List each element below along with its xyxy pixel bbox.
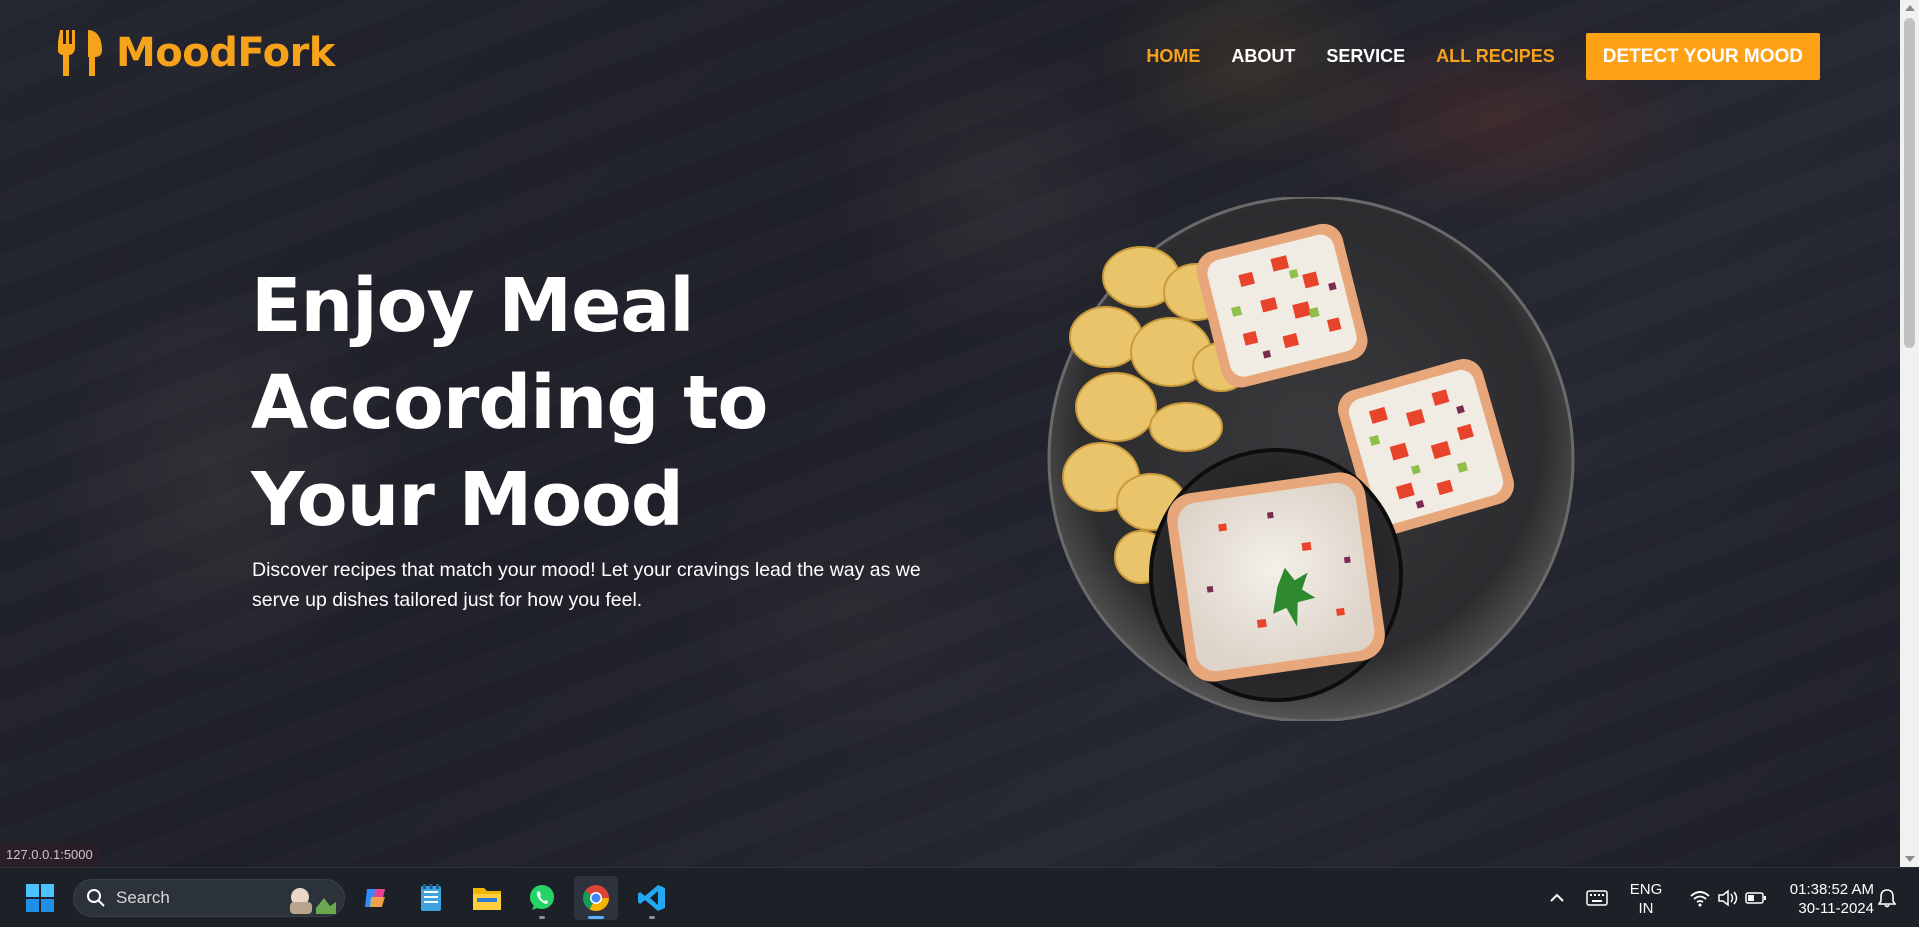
battery-icon: [1745, 892, 1766, 904]
browser-viewport: MoodFork HOME ABOUT SERVICE ALL RECIPES …: [0, 0, 1900, 867]
scroll-thumb[interactable]: [1904, 18, 1915, 348]
nav-all-recipes[interactable]: ALL RECIPES: [1436, 46, 1555, 67]
language-indicator[interactable]: ENG IN: [1622, 880, 1670, 918]
taskbar-search[interactable]: Search: [73, 879, 345, 917]
clock[interactable]: 01:38:52 AM 30-11-2024: [1774, 880, 1874, 918]
hero-title-line-3: Your Mood: [251, 457, 684, 543]
whatsapp-icon: [530, 885, 554, 910]
plate-image: [1047, 195, 1575, 723]
hero-title: Enjoy Meal According to Your Mood: [251, 258, 811, 549]
brand-name: MoodFork: [116, 30, 335, 76]
detect-mood-button[interactable]: DETECT YOUR MOOD: [1585, 33, 1820, 80]
chevron-up-icon: [1550, 893, 1564, 902]
app-running-indicator: [539, 916, 545, 919]
taskbar-vscode[interactable]: [630, 876, 674, 920]
nav-service[interactable]: SERVICE: [1326, 46, 1405, 67]
search-label: Search: [116, 888, 170, 907]
status-url: 127.0.0.1:5000: [0, 843, 99, 867]
keyboard-icon: [1586, 890, 1608, 906]
clock-date: 30-11-2024: [1798, 900, 1874, 917]
show-hidden-icons-button[interactable]: [1535, 876, 1579, 920]
app-running-indicator: [649, 916, 655, 919]
chrome-icon: [582, 885, 610, 912]
taskbar-whatsapp[interactable]: [520, 876, 564, 920]
scroll-up-arrow-icon[interactable]: [1905, 5, 1915, 11]
nav-home[interactable]: HOME: [1146, 46, 1200, 67]
fork-knife-icon: [58, 30, 102, 76]
taskbar-file-explorer[interactable]: [465, 876, 509, 920]
brand-logo[interactable]: MoodFork: [58, 28, 335, 78]
language-line-2: IN: [1638, 900, 1654, 917]
app-active-indicator: [588, 916, 604, 919]
quick-settings-button[interactable]: [1678, 876, 1778, 920]
taskbar-chrome[interactable]: [574, 876, 618, 920]
page-scrollbar[interactable]: [1900, 0, 1919, 867]
notepad-icon: [421, 884, 441, 911]
notifications-button[interactable]: [1872, 876, 1902, 920]
notification-bell-icon: [1878, 889, 1896, 908]
file-explorer-icon: [473, 888, 501, 910]
wifi-icon: [1690, 891, 1710, 907]
start-icon: [26, 884, 54, 912]
copilot-icon: [365, 889, 385, 907]
vscode-icon: [638, 885, 665, 911]
search-icon: [87, 889, 105, 907]
volume-icon: [1718, 889, 1738, 907]
hero-title-line-2: According to: [251, 360, 768, 446]
touch-keyboard-button[interactable]: [1575, 876, 1619, 920]
hero-title-line-1: Enjoy Meal: [251, 263, 695, 349]
hero-subtitle: Discover recipes that match your mood! L…: [252, 559, 921, 611]
main-nav: HOME ABOUT SERVICE ALL RECIPES DETECT YO…: [1146, 33, 1820, 80]
nav-about[interactable]: ABOUT: [1231, 46, 1295, 67]
start-button[interactable]: [18, 876, 62, 920]
search-highlight-icon: [290, 888, 336, 914]
language-line-1: ENG: [1629, 881, 1663, 898]
hero-food-image: [1046, 195, 1576, 723]
clock-time: 01:38:52 AM: [1789, 881, 1874, 898]
windows-taskbar: Search ENG IN 01:38:52 AM 30-11-2024: [0, 867, 1919, 927]
scroll-down-arrow-icon[interactable]: [1905, 856, 1915, 862]
taskbar-notepad[interactable]: [409, 876, 453, 920]
taskbar-copilot[interactable]: [354, 876, 398, 920]
